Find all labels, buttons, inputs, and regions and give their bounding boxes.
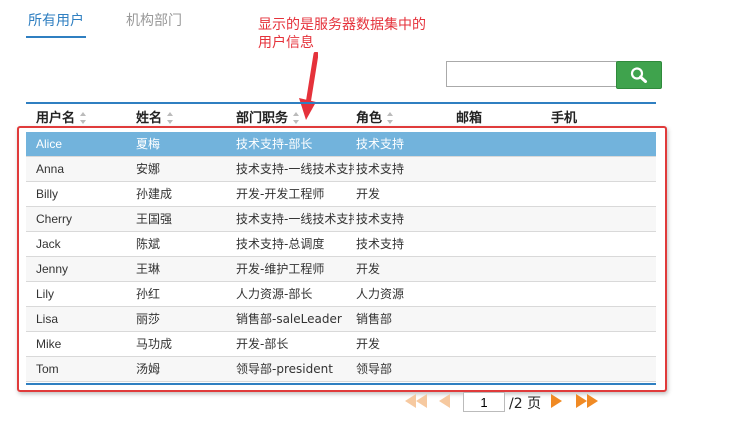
prev-page-icon[interactable] [439, 394, 450, 408]
search-bar [446, 61, 662, 89]
first-page-icon[interactable] [405, 394, 427, 408]
column-label: 姓名 [136, 111, 163, 126]
sort-icon [167, 111, 174, 124]
tab-all-users[interactable]: 所有用户 [26, 10, 86, 38]
search-button[interactable] [616, 61, 662, 89]
next-page-icon[interactable] [551, 394, 562, 408]
sort-icon [387, 111, 394, 124]
search-icon [630, 67, 647, 83]
column-label: 用户名 [36, 111, 76, 126]
tab-departments[interactable]: 机构部门 [126, 10, 182, 36]
last-page-icon[interactable] [576, 394, 598, 408]
page-total: /2 页 [509, 396, 542, 412]
search-input[interactable] [446, 61, 617, 87]
column-label: 部门职务 [236, 111, 289, 126]
annotation-highlight-box [17, 126, 667, 392]
annotation-text: 显示的是服务器数据集中的用户信息 [258, 17, 426, 51]
sort-icon [293, 111, 300, 124]
page-number-input[interactable] [463, 392, 505, 412]
sort-icon [80, 111, 87, 124]
column-label: 角色 [356, 111, 383, 126]
